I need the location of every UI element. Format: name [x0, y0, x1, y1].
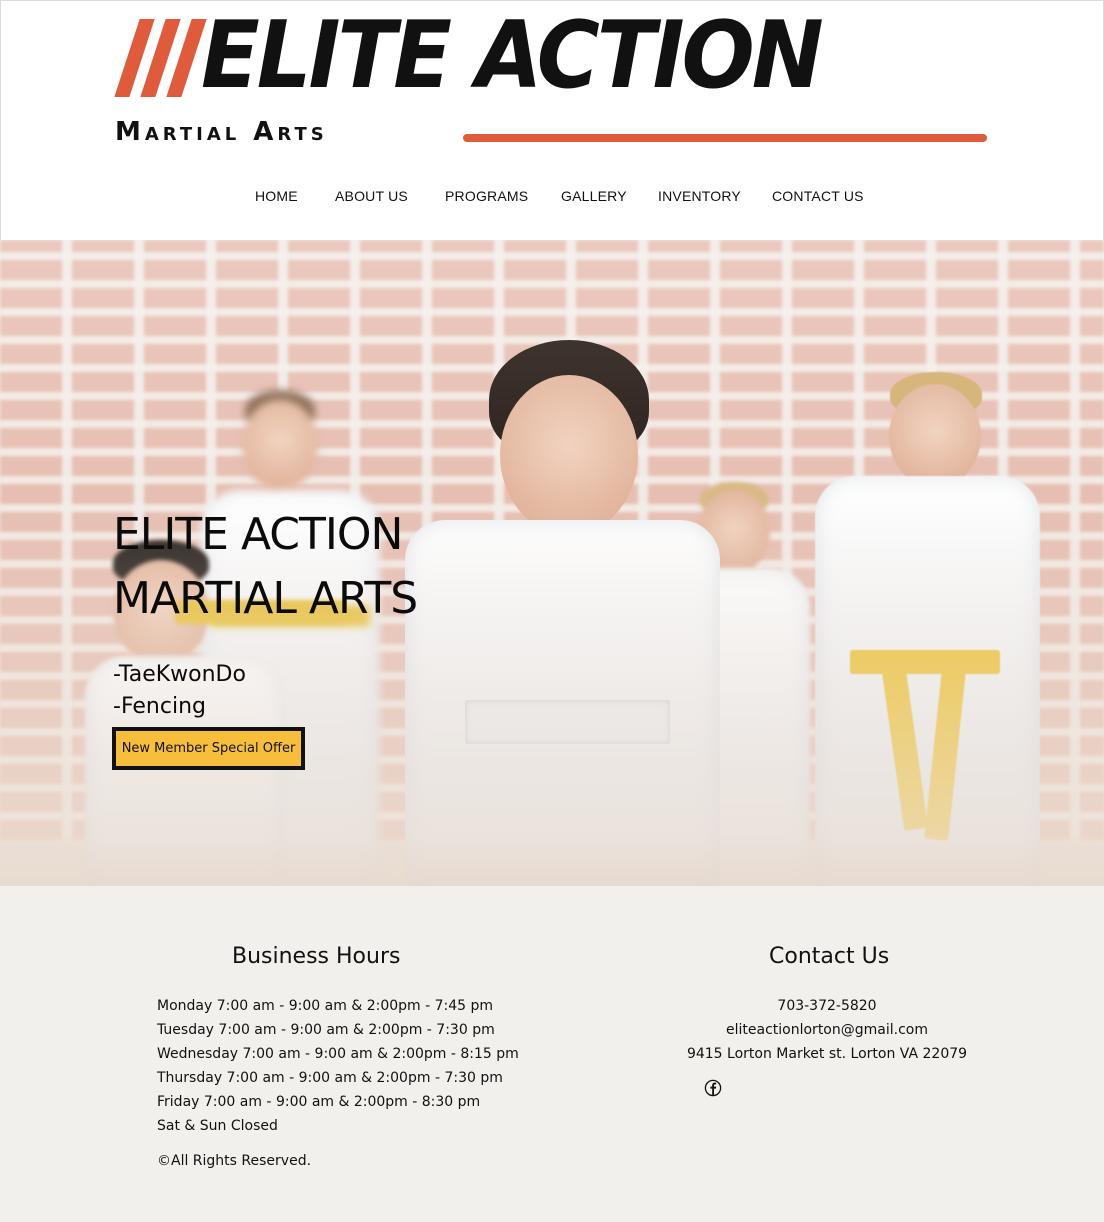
hero-banner: ELITE ACTION MARTIAL ARTS -TaeKwonDo -Fe…	[0, 240, 1104, 886]
contact-us-heading: Contact Us	[769, 944, 890, 969]
nav-inventory[interactable]: INVENTORY	[658, 188, 741, 204]
nav-gallery[interactable]: GALLERY	[561, 188, 627, 204]
hours-row: Friday 7:00 am - 9:00 am & 2:00pm - 8:30…	[157, 1094, 481, 1110]
contact-address: 9415 Lorton Market st. Lorton VA 22079	[686, 1046, 968, 1062]
hero-title-line: ELITE ACTION	[113, 509, 403, 560]
hours-row: Sat & Sun Closed	[157, 1118, 278, 1134]
hours-row: Tuesday 7:00 am - 9:00 am & 2:00pm - 7:3…	[157, 1022, 495, 1038]
site-header: ELITE ACTION Martial Arts HOME ABOUT US …	[0, 0, 1104, 240]
site-logo[interactable]: ELITE ACTION Martial Arts	[113, 9, 989, 155]
nav-contact-us[interactable]: CONTACT US	[772, 188, 864, 204]
hero-title: ELITE ACTION MARTIAL ARTS	[113, 503, 473, 631]
nav-programs[interactable]: PROGRAMS	[445, 188, 528, 204]
logo-underline-bar	[463, 134, 987, 142]
contact-details: 703-372-5820 eliteactionlorton@gmail.com…	[640, 994, 1014, 1066]
site-footer: Business Hours Monday 7:00 am - 9:00 am …	[0, 886, 1104, 1222]
contact-email[interactable]: eliteactionlorton@gmail.com	[640, 1018, 1014, 1042]
hero-program-list: -TaeKwonDo -Fencing	[113, 659, 473, 723]
copyright-text: ©All Rights Reserved.	[157, 1153, 312, 1169]
hero-program-item: -Fencing	[113, 694, 206, 719]
hero-title-line: MARTIAL ARTS	[113, 573, 418, 624]
hours-row: Monday 7:00 am - 9:00 am & 2:00pm - 7:45…	[157, 998, 494, 1014]
facebook-icon[interactable]	[704, 1079, 722, 1097]
hours-row: Thursday 7:00 am - 9:00 am & 2:00pm - 7:…	[157, 1070, 503, 1086]
business-hours-list: Monday 7:00 am - 9:00 am & 2:00pm - 7:45…	[157, 994, 519, 1138]
nav-about-us[interactable]: ABOUT US	[335, 188, 408, 204]
contact-phone[interactable]: 703-372-5820	[640, 994, 1014, 1018]
business-hours-heading: Business Hours	[232, 944, 401, 969]
logo-wordmark: ELITE ACTION	[201, 1, 824, 110]
logo-subtitle: Martial Arts	[115, 117, 328, 147]
main-nav: HOME ABOUT US PROGRAMS GALLERY INVENTORY…	[1, 188, 1104, 210]
hero-program-item: -TaeKwonDo	[113, 662, 246, 687]
hours-row: Wednesday 7:00 am - 9:00 am & 2:00pm - 8…	[157, 1046, 519, 1062]
hero-text-block: ELITE ACTION MARTIAL ARTS -TaeKwonDo -Fe…	[113, 503, 473, 723]
nav-home[interactable]: HOME	[255, 188, 298, 204]
new-member-offer-button[interactable]: New Member Special Offer	[112, 727, 305, 770]
